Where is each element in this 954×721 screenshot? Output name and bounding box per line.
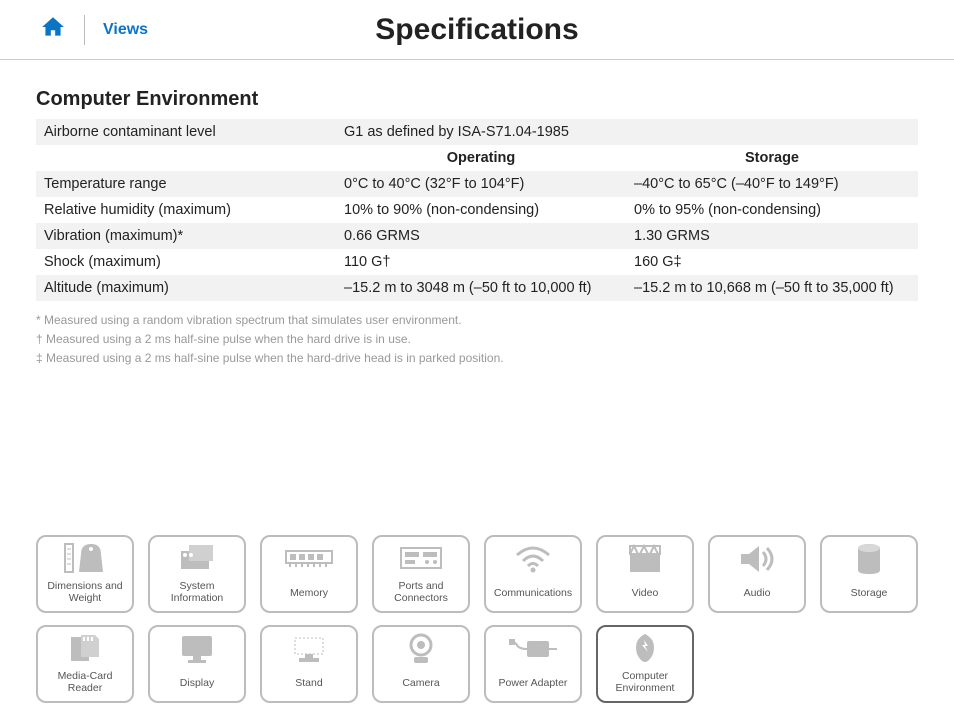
table-row: Temperature range 0°C to 40°C (32°F to 1… — [36, 171, 918, 197]
header-divider — [84, 15, 85, 45]
home-icon[interactable] — [40, 14, 66, 45]
row-label: Vibration (maximum)* — [36, 223, 336, 249]
nav-ports-connectors[interactable]: Ports and Connectors — [372, 535, 470, 613]
nav-label: Camera — [402, 671, 439, 695]
video-icon — [626, 537, 664, 581]
section-title: Computer Environment — [36, 88, 918, 111]
nav-label: Computer Environment — [616, 670, 675, 695]
nav-display[interactable]: Display — [148, 625, 246, 703]
nav-label: Video — [632, 581, 659, 605]
row-operating: 110 G† — [336, 249, 626, 275]
nav-label: Power Adapter — [499, 671, 568, 695]
display-icon — [178, 627, 216, 671]
table-row: Relative humidity (maximum) 10% to 90% (… — [36, 197, 918, 223]
column-header-storage: Storage — [626, 145, 918, 171]
nav-label: Dimensions and Weight — [47, 580, 122, 605]
leaf-icon — [631, 627, 659, 670]
nav-label: Communications — [494, 581, 572, 605]
row-storage: –40°C to 65°C (–40°F to 149°F) — [626, 171, 918, 197]
empty-cell — [36, 145, 336, 171]
nav-label: Media-Card Reader — [58, 670, 113, 695]
ports-icon — [399, 537, 443, 580]
table-row: Vibration (maximum)* 0.66 GRMS 1.30 GRMS — [36, 223, 918, 249]
nav-label: Audio — [744, 581, 771, 605]
table-header-row: Operating Storage — [36, 145, 918, 171]
nav-system-information[interactable]: System Information — [148, 535, 246, 613]
nav-memory[interactable]: Memory — [260, 535, 358, 613]
table-row: Altitude (maximum) –15.2 m to 3048 m (–5… — [36, 275, 918, 301]
table-row: Shock (maximum) 110 G† 160 G‡ — [36, 249, 918, 275]
nav-storage[interactable]: Storage — [820, 535, 918, 613]
row-label: Airborne contaminant level — [36, 119, 336, 145]
storage-icon — [856, 537, 882, 581]
nav-dimensions-weight[interactable]: Dimensions and Weight — [36, 535, 134, 613]
row-storage: 160 G‡ — [626, 249, 918, 275]
nav-label: System Information — [171, 580, 224, 605]
wifi-icon — [515, 537, 551, 581]
header: Views Specifications — [0, 0, 954, 60]
row-label: Temperature range — [36, 171, 336, 197]
audio-icon — [739, 537, 775, 581]
system-info-icon — [177, 537, 217, 580]
nav-video[interactable]: Video — [596, 535, 694, 613]
nav-label: Display — [180, 671, 214, 695]
memory-icon — [284, 537, 334, 581]
row-storage: –15.2 m to 10,668 m (–50 ft to 35,000 ft… — [626, 275, 918, 301]
power-adapter-icon — [509, 627, 557, 671]
row-label: Altitude (maximum) — [36, 275, 336, 301]
row-operating: 0.66 GRMS — [336, 223, 626, 249]
row-storage: 0% to 95% (non-condensing) — [626, 197, 918, 223]
ruler-weight-icon — [63, 537, 107, 580]
nav-label: Ports and Connectors — [394, 580, 448, 605]
footnotes: * Measured using a random vibration spec… — [36, 311, 918, 369]
nav-audio[interactable]: Audio — [708, 535, 806, 613]
nav-label: Memory — [290, 581, 328, 605]
stand-icon — [289, 627, 329, 671]
views-link[interactable]: Views — [103, 21, 148, 39]
nav-label: Storage — [851, 581, 888, 605]
nav-row-2: Media-Card Reader Display Stand Camera P… — [36, 625, 918, 703]
row-operating: –15.2 m to 3048 m (–50 ft to 10,000 ft) — [336, 275, 626, 301]
row-operating: 10% to 90% (non-condensing) — [336, 197, 626, 223]
nav-power-adapter[interactable]: Power Adapter — [484, 625, 582, 703]
nav-label: Stand — [295, 671, 322, 695]
row-label: Relative humidity (maximum) — [36, 197, 336, 223]
row-label: Shock (maximum) — [36, 249, 336, 275]
bottom-nav: Dimensions and Weight System Information… — [36, 523, 918, 703]
footnote: * Measured using a random vibration spec… — [36, 311, 918, 330]
sd-card-icon — [67, 627, 103, 670]
table-row: Airborne contaminant level G1 as defined… — [36, 119, 918, 145]
row-operating: 0°C to 40°C (32°F to 104°F) — [336, 171, 626, 197]
row-storage: 1.30 GRMS — [626, 223, 918, 249]
nav-camera[interactable]: Camera — [372, 625, 470, 703]
nav-media-card-reader[interactable]: Media-Card Reader — [36, 625, 134, 703]
nav-row-1: Dimensions and Weight System Information… — [36, 535, 918, 613]
camera-icon — [406, 627, 436, 671]
spec-table: Airborne contaminant level G1 as defined… — [36, 119, 918, 301]
footnote: † Measured using a 2 ms half-sine pulse … — [36, 330, 918, 349]
content-area: Computer Environment Airborne contaminan… — [0, 60, 954, 369]
nav-communications[interactable]: Communications — [484, 535, 582, 613]
row-merged-value: G1 as defined by ISA-S71.04-1985 — [336, 119, 918, 145]
footnote: ‡ Measured using a 2 ms half-sine pulse … — [36, 349, 918, 368]
nav-computer-environment[interactable]: Computer Environment — [596, 625, 694, 703]
column-header-operating: Operating — [336, 145, 626, 171]
nav-stand[interactable]: Stand — [260, 625, 358, 703]
